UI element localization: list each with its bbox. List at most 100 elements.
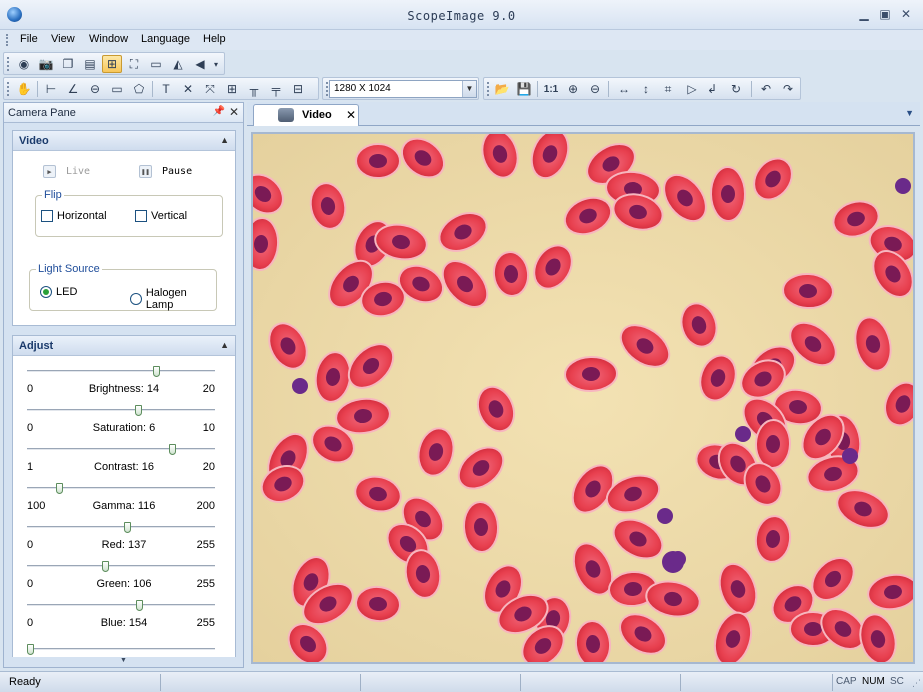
polygon-measure-icon[interactable]: ⬠	[129, 80, 149, 98]
grid-view-icon[interactable]: ⊞	[102, 55, 122, 73]
hand-pan-icon[interactable]: ✋	[14, 80, 34, 98]
unit-icon[interactable]: ⊟	[288, 80, 308, 98]
flip-legend: Flip	[42, 189, 64, 201]
lymphocyte-cell	[895, 178, 911, 194]
flip-vertical-icon[interactable]: ◀	[190, 55, 210, 73]
pause-icon: ❚❚	[139, 165, 152, 178]
angle-measure-icon[interactable]: ∠	[63, 80, 83, 98]
slider-name: Saturation	[92, 422, 143, 434]
collapse-icon[interactable]: ▲	[220, 135, 229, 145]
brightness-slider[interactable]	[27, 366, 215, 377]
gamma-slider[interactable]	[27, 483, 215, 494]
zoom-out-icon[interactable]: ⊖	[585, 80, 605, 98]
fit-width-icon[interactable]: ↔	[614, 80, 634, 98]
delete-all-icon[interactable]: ⤧	[200, 80, 220, 98]
redo-icon[interactable]: ↷	[778, 80, 798, 98]
slider-min-value: 0	[27, 617, 34, 629]
collapse-icon[interactable]: ▲	[220, 340, 229, 350]
chevron-down-icon[interactable]: ▼	[462, 81, 476, 97]
slider-min-value: 100	[27, 500, 46, 512]
fullscreen-icon[interactable]: ⛶	[124, 55, 144, 73]
lymphocyte-cell	[292, 378, 308, 394]
pane-scroll-down-icon[interactable]: ▼	[4, 657, 243, 667]
status-bar: Ready CAP NUM SC ⋰	[0, 671, 923, 692]
slider-max-value: 20	[202, 461, 215, 473]
tab-list-dropdown-icon[interactable]: ▼	[905, 108, 914, 118]
menu-language[interactable]: Language	[141, 33, 190, 45]
video-capture-icon[interactable]: ▤	[80, 55, 100, 73]
line-measure-icon[interactable]: ⊢	[41, 80, 61, 98]
lymphocyte-cell	[657, 508, 673, 524]
red-slider[interactable]	[27, 522, 215, 533]
slider-thumb[interactable]	[56, 483, 63, 494]
pause-button[interactable]: ❚❚ Pause	[139, 165, 192, 178]
ruler-icon[interactable]: ╥	[244, 80, 264, 98]
radio-dot[interactable]	[130, 293, 142, 305]
radio-selected-dot[interactable]	[40, 286, 52, 298]
menu-file[interactable]: File	[20, 33, 38, 45]
mirror-icon[interactable]: ▷	[682, 80, 702, 98]
slider-thumb[interactable]	[169, 444, 176, 455]
record-icon[interactable]: ◉	[14, 55, 34, 73]
toolbar-overflow-icon[interactable]: ▾	[210, 55, 222, 73]
monitor-icon[interactable]: ▭	[146, 55, 166, 73]
slider-track-extra[interactable]	[27, 644, 215, 655]
delete-measure-icon[interactable]: ✕	[178, 80, 198, 98]
snapshot-icon[interactable]: 📷	[36, 55, 56, 73]
slider-value: 106	[133, 578, 152, 590]
circle-measure-icon[interactable]: ⊖	[85, 80, 105, 98]
slider-thumb[interactable]	[135, 405, 142, 416]
rectangle-measure-icon[interactable]: ▭	[107, 80, 127, 98]
slider-thumb[interactable]	[136, 600, 143, 611]
close-pane-icon[interactable]: ✕	[229, 105, 239, 119]
fit-height-icon[interactable]: ↕	[636, 80, 656, 98]
resolution-select[interactable]: 1280 X 1024 ▼	[329, 80, 477, 98]
crop-icon[interactable]: ⌗	[658, 80, 678, 98]
menu-window[interactable]: Window	[89, 33, 128, 45]
rotate-icon[interactable]: ↻	[726, 80, 746, 98]
undo-icon[interactable]: ↶	[756, 80, 776, 98]
menu-help[interactable]: Help	[203, 33, 226, 45]
flip-horizontal-icon[interactable]: ◭	[168, 55, 188, 73]
close-window-button[interactable]: ✕	[898, 7, 914, 21]
multi-snapshot-icon[interactable]: ❐	[58, 55, 78, 73]
ruler-settings-icon[interactable]: ╤	[266, 80, 286, 98]
horizontal-checkbox[interactable]: Horizontal	[41, 210, 107, 222]
pin-icon[interactable]: 📌	[213, 106, 225, 117]
contrast-slider[interactable]	[27, 444, 215, 455]
save-icon[interactable]: 💾	[514, 80, 534, 98]
adjust-group-header[interactable]: Adjust ▲	[13, 336, 235, 356]
maximize-button[interactable]: ▣	[877, 7, 893, 21]
slider-thumb[interactable]	[102, 561, 109, 572]
blue-slider[interactable]	[27, 600, 215, 611]
open-folder-icon[interactable]: 📂	[492, 80, 512, 98]
rotate-step-icon[interactable]: ↲	[702, 80, 722, 98]
zoom-in-icon[interactable]: ⊕	[563, 80, 583, 98]
halogen-radio[interactable]: Halogen Lamp	[130, 287, 216, 311]
close-tab-icon[interactable]: ✕	[346, 108, 356, 122]
calibrate-icon[interactable]: ⊞	[222, 80, 242, 98]
vertical-checkbox[interactable]: Vertical	[135, 210, 187, 222]
text-tool-icon[interactable]: T	[156, 80, 176, 98]
slider-thumb[interactable]	[27, 644, 34, 655]
status-separator	[520, 674, 521, 691]
slider-thumb[interactable]	[153, 366, 160, 377]
resize-grip-icon[interactable]: ⋰	[912, 678, 921, 689]
green-slider[interactable]	[27, 561, 215, 572]
minimize-button[interactable]: ▁	[856, 7, 872, 21]
video-group-header[interactable]: Video ▲	[13, 131, 235, 151]
slider-max-value: 10	[202, 422, 215, 434]
led-radio[interactable]: LED	[40, 286, 77, 298]
checkbox-box[interactable]	[41, 210, 53, 222]
horizontal-label: Horizontal	[57, 210, 107, 222]
slider-thumb[interactable]	[124, 522, 131, 533]
actual-size-icon[interactable]: 1:1	[541, 80, 561, 98]
image-viewer[interactable]	[251, 132, 915, 664]
tab-video[interactable]: Video ✕	[253, 104, 359, 126]
live-button[interactable]: ▶ Live	[43, 165, 90, 178]
menu-view[interactable]: View	[51, 33, 75, 45]
tab-video-label: Video	[302, 109, 332, 121]
saturation-slider[interactable]	[27, 405, 215, 416]
slider-label: Saturation: 6	[59, 422, 189, 434]
checkbox-box[interactable]	[135, 210, 147, 222]
